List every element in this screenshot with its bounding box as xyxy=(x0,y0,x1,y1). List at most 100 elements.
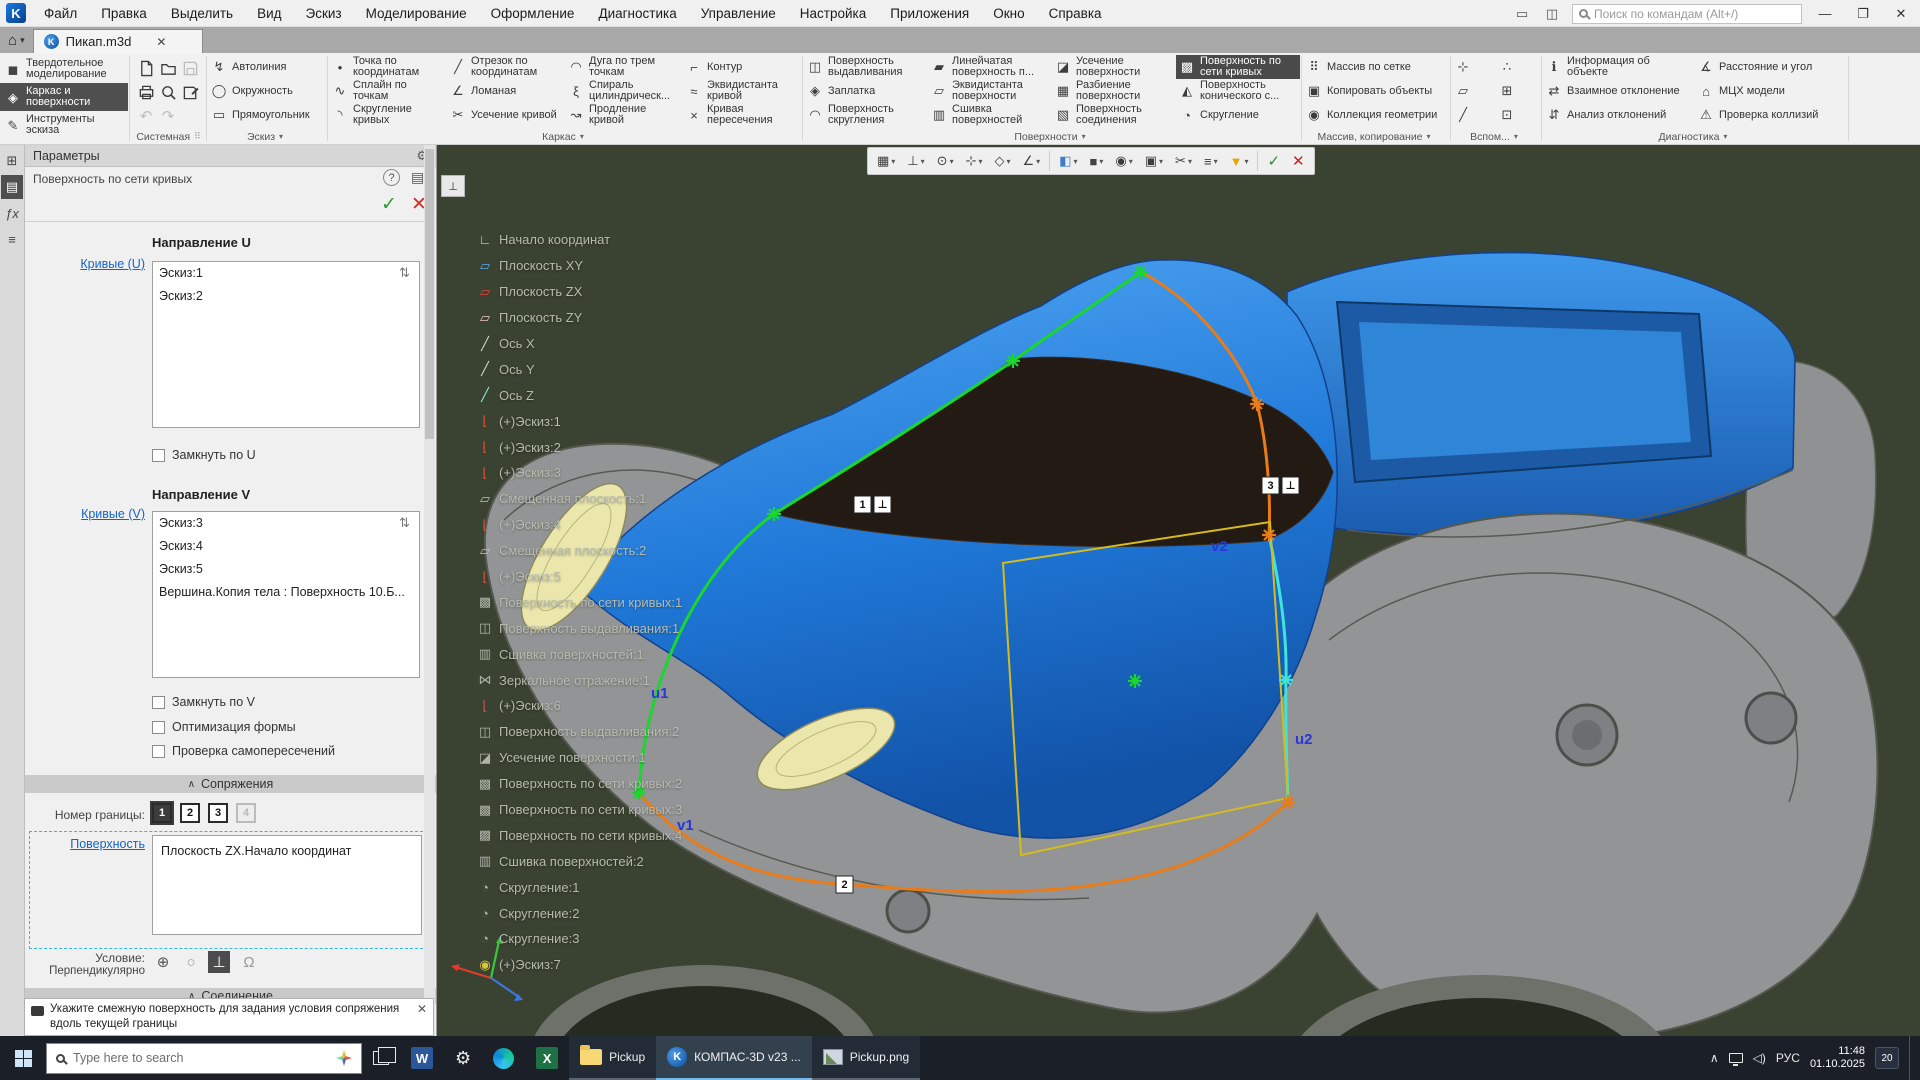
ribbon-tool-button[interactable]: ◫ Поверхность выдавливания xyxy=(804,55,928,79)
ribbon-tool-button[interactable]: ▱ Эквидистанта поверхности xyxy=(928,79,1052,103)
ribbon-tool-button[interactable]: ≈ Эквидистанта кривой xyxy=(683,79,801,103)
language-indicator[interactable]: РУС xyxy=(1776,1051,1800,1065)
reorder-icon[interactable]: ⇅ xyxy=(399,265,410,281)
close-v-checkbox[interactable]: Замкнуть по V xyxy=(152,695,255,709)
tree-item[interactable]: ◪ Усечение поверхности:1 xyxy=(477,745,682,771)
ribbon-tool-button[interactable]: ◠ Поверхность скругления xyxy=(804,103,928,127)
layout-toggle-icon[interactable]: ▭ xyxy=(1512,6,1532,22)
print-icon[interactable] xyxy=(135,80,157,104)
excel-button[interactable]: X xyxy=(525,1036,569,1080)
viewport-cancel-icon[interactable]: ✕ xyxy=(1286,149,1311,173)
viewport-tool-button[interactable]: ▼ ▾ xyxy=(1224,149,1255,173)
tree-item[interactable]: ◔ Скругление:3 xyxy=(477,926,682,952)
viewport-tool-button[interactable]: ≡ ▾ xyxy=(1198,149,1224,173)
ribbon-group-label[interactable]: Системная⠿ xyxy=(131,129,205,144)
viewport-tool-button[interactable]: ⊙ ▾ xyxy=(931,149,960,173)
toolset-tab[interactable]: ✎ Инструменты эскиза xyxy=(0,111,128,139)
menu-item[interactable]: Правка xyxy=(91,3,157,24)
tree-item[interactable]: ⌊ (+)Эскиз:2 xyxy=(477,434,682,460)
viewport-tool-button[interactable]: ■ ▾ xyxy=(1084,149,1110,173)
viewport-tool-button[interactable]: ✂ ▾ xyxy=(1169,149,1198,173)
ribbon-tool-button[interactable]: ⌂ МЦХ модели xyxy=(1695,79,1847,103)
tree-item[interactable]: ▱ Смещенная плоскость:1 xyxy=(477,486,682,512)
ribbon-tool-button[interactable]: ∡ Расстояние и угол xyxy=(1695,55,1847,79)
curve-list-item[interactable]: Эскиз:3 xyxy=(153,512,419,535)
truck-bed-floor[interactable] xyxy=(1359,322,1691,460)
panel-scrollbar[interactable] xyxy=(424,145,435,1036)
ribbon-group-label[interactable]: Вспом...▾ xyxy=(1452,129,1540,144)
tree-item[interactable]: ▩ Поверхность по сети кривых:4 xyxy=(477,822,682,848)
ribbon-tool-button[interactable]: × Кривая пересечения xyxy=(683,103,801,127)
tree-item[interactable]: ▱ Плоскость ZY xyxy=(477,305,682,331)
ribbon-tool-button[interactable]: ▧ Поверхность соединения xyxy=(1052,103,1176,127)
ribbon-group-label[interactable]: Эскиз▾ xyxy=(208,129,326,144)
tree-item[interactable]: ◔ Скругление:1 xyxy=(477,874,682,900)
viewport-tool-button[interactable]: ◧ ▾ xyxy=(1053,149,1083,173)
viewport-tool-button[interactable]: ∠ ▾ xyxy=(1017,149,1047,173)
command-search-input[interactable]: Поиск по командам (Alt+/) xyxy=(1572,4,1802,24)
ribbon-tool-button[interactable]: ∴ xyxy=(1496,55,1540,79)
tree-item[interactable]: ◔ Скругление:2 xyxy=(477,900,682,926)
tree-item[interactable]: ◉ (+)Эскиз:7 xyxy=(477,952,682,978)
new-document-icon[interactable] xyxy=(135,56,157,80)
menu-item[interactable]: Окно xyxy=(983,3,1034,24)
ribbon-tool-button[interactable]: ▥ Сшивка поверхностей xyxy=(928,103,1052,127)
ribbon-tool-button[interactable]: ▩ Поверхность по сети кривых xyxy=(1176,55,1300,79)
viewport-tool-button[interactable]: ⊹ ▾ xyxy=(960,149,989,173)
viewport-tool-button[interactable]: ▣ ▾ xyxy=(1139,149,1169,173)
ribbon-tool-button[interactable]: ╱ Отрезок по координатам xyxy=(447,55,565,79)
ribbon-group-label[interactable]: Диагностика▾ xyxy=(1543,129,1847,144)
options-list-icon[interactable]: ▤ xyxy=(411,169,424,186)
explorer-window-button[interactable]: Pickup xyxy=(569,1036,656,1080)
tree-item[interactable]: ▱ Плоскость ZX xyxy=(477,279,682,305)
curves-v-link[interactable]: Кривые (V) xyxy=(25,507,145,521)
tree-item[interactable]: ⌊ (+)Эскиз:6 xyxy=(477,693,682,719)
tab-close-icon[interactable]: ✕ xyxy=(156,35,166,49)
menu-item[interactable]: Выделить xyxy=(161,3,243,24)
tree-item[interactable]: ▥ Сшивка поверхностей:1 xyxy=(477,641,682,667)
redo-icon[interactable]: ↷ xyxy=(157,104,179,128)
toolset-tab[interactable]: ◈ Каркас и поверхности xyxy=(0,83,128,111)
close-u-checkbox[interactable]: Замкнуть по U xyxy=(152,448,256,462)
reorder-icon[interactable]: ⇅ xyxy=(399,515,410,531)
assistant-icon[interactable] xyxy=(336,1050,352,1066)
parameters-panel-icon[interactable]: ▤ xyxy=(1,175,23,199)
ribbon-tool-button[interactable]: ▰ Линейчатая поверхность п... xyxy=(928,55,1052,79)
boundary-3-button[interactable]: 3 xyxy=(208,803,228,823)
ribbon-tool-button[interactable]: ▣ Копировать объекты xyxy=(1303,79,1449,103)
ribbon-tool-button[interactable]: ◝ Скругление кривых xyxy=(329,103,447,127)
ribbon-tool-button[interactable]: ⊡ xyxy=(1496,103,1540,127)
ribbon-tool-button[interactable]: ◭ Поверхность конического с... xyxy=(1176,79,1300,103)
ribbon-group-label[interactable]: Каркас▾ xyxy=(329,129,801,144)
ribbon-tool-button[interactable]: ▦ Разбиение поверхности xyxy=(1052,79,1176,103)
tree-item[interactable]: ∟ Начало координат xyxy=(477,227,682,253)
ribbon-tool-button[interactable]: ⊞ xyxy=(1496,79,1540,103)
scrollbar-thumb[interactable] xyxy=(425,149,434,439)
ribbon-tool-button[interactable]: ▱ xyxy=(1452,79,1496,103)
tree-item[interactable]: ⌊ (+)Эскиз:4 xyxy=(477,512,682,538)
tray-chevron-icon[interactable]: ∧ xyxy=(1710,1051,1719,1065)
viewport-confirm-icon[interactable]: ✓ xyxy=(1261,149,1286,173)
menu-item[interactable]: Эскиз xyxy=(296,3,352,24)
menu-item[interactable]: Справка xyxy=(1039,3,1112,24)
ribbon-tool-button[interactable]: ✂ Усечение кривой xyxy=(447,103,565,127)
condition-perpendicular-icon[interactable]: ⊥ xyxy=(208,951,230,973)
self-intersection-checkbox[interactable]: Проверка самопересечений xyxy=(152,744,335,758)
condition-smooth-icon[interactable]: Ω xyxy=(238,951,260,973)
network-icon[interactable] xyxy=(1729,1053,1743,1063)
ribbon-tool-button[interactable]: ⊹ xyxy=(1452,55,1496,79)
curves-u-list[interactable]: Эскиз:1Эскиз:2 xyxy=(152,261,420,428)
condition-position-icon[interactable]: ⊕ xyxy=(152,951,174,973)
menu-item[interactable]: Вид xyxy=(247,3,291,24)
curve-list-item[interactable]: Эскиз:4 xyxy=(153,535,419,558)
ribbon-tool-button[interactable]: ◠ Дуга по трем точкам xyxy=(565,55,683,79)
start-button[interactable] xyxy=(0,1036,46,1080)
ribbon-tool-button[interactable]: ⇵ Анализ отклонений xyxy=(1543,103,1695,127)
home-button[interactable]: ⌂▾ xyxy=(0,27,33,53)
screen-layout-icon[interactable]: ◫ xyxy=(1542,6,1562,22)
help-icon[interactable]: ? xyxy=(383,169,400,186)
ribbon-tool-button[interactable]: ∿ Сплайн по точкам xyxy=(329,79,447,103)
toolset-tab[interactable]: ◼ Твердотельное моделирование xyxy=(0,55,128,83)
ribbon-tool-button[interactable]: • Точка по координатам xyxy=(329,55,447,79)
ribbon-tool-button[interactable]: ◪ Усечение поверхности xyxy=(1052,55,1176,79)
